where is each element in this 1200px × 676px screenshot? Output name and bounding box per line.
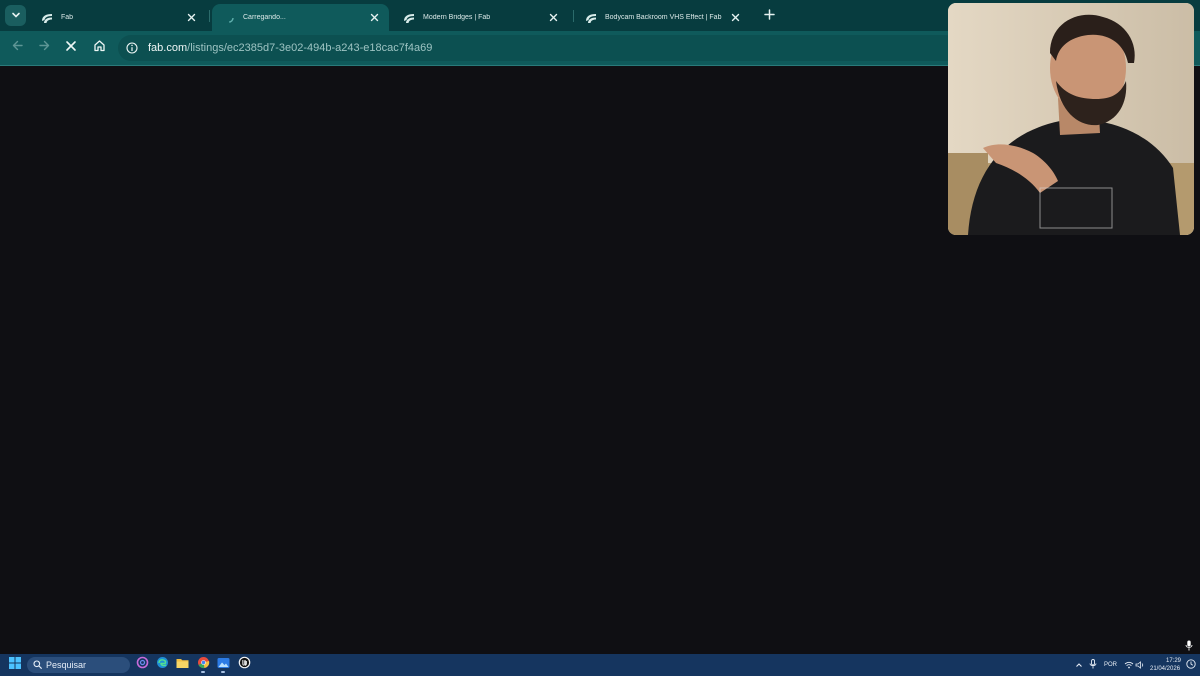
folder-icon [176, 656, 189, 674]
fab-logo-icon [402, 11, 416, 25]
microphone-icon [1185, 638, 1193, 656]
windows-taskbar: Pesquisar POR 17:29 21/04/2026 [0, 654, 1200, 676]
address-bar[interactable]: fab.com/listings/ec2385d7-3e02-494b-a243… [118, 35, 958, 61]
running-indicator [201, 671, 205, 673]
taskbar-app-photos[interactable] [215, 657, 231, 673]
tab-title: Carregando... [243, 14, 286, 21]
keyboard-language[interactable]: POR [1104, 662, 1117, 668]
taskbar-app-edge[interactable] [154, 657, 170, 673]
taskbar-app-file-explorer[interactable] [174, 657, 190, 673]
tab-bodycam-backroom[interactable]: Bodycam Backroom VHS Effect | Fab [574, 4, 750, 31]
screen: Fab Carregando... Modern Bridges | Fab B… [0, 0, 1200, 676]
url-text: fab.com/listings/ec2385d7-3e02-494b-a243… [148, 42, 432, 54]
back-button[interactable] [7, 38, 27, 58]
tray-microphone[interactable] [1085, 657, 1101, 673]
close-icon[interactable] [184, 11, 198, 25]
tab-title: Fab [61, 14, 74, 21]
close-icon[interactable] [546, 11, 560, 25]
tab-title: Bodycam Backroom VHS Effect | Fab [605, 14, 722, 21]
chevron-down-icon [11, 7, 21, 25]
stop-loading-button[interactable] [61, 38, 81, 58]
close-icon[interactable] [367, 11, 381, 25]
arrow-left-icon [11, 39, 24, 57]
tab-search-button[interactable] [5, 5, 26, 26]
tab-fab[interactable]: Fab [30, 4, 206, 31]
plus-icon [763, 7, 775, 25]
webcam-overlay [948, 3, 1194, 235]
clock-date: 21/04/2026 [1150, 666, 1181, 672]
fab-logo-icon [40, 11, 54, 25]
edge-browser-icon [156, 656, 169, 674]
taskbar-app-copilot[interactable] [134, 656, 150, 674]
stop-loading-icon [65, 39, 77, 57]
tray-volume[interactable] [1132, 657, 1148, 673]
start-button[interactable] [7, 657, 23, 673]
tab-title: Modern Bridges | Fab [423, 14, 491, 21]
chevron-up-icon [1075, 656, 1083, 674]
speaker-icon [1135, 656, 1145, 674]
tab-modern-bridges[interactable]: Modern Bridges | Fab [392, 4, 568, 31]
running-indicator [221, 671, 225, 673]
mic-in-use-indicator[interactable] [1183, 640, 1195, 654]
home-icon [93, 39, 106, 57]
close-icon[interactable] [728, 11, 742, 25]
notification-center-button[interactable] [1183, 657, 1199, 673]
tab-loading[interactable]: Carregando... [212, 4, 389, 31]
taskbar-app-unreal-engine[interactable] [236, 656, 252, 674]
url-path: /listings/ec2385d7-3e02-494b-a243-e18cac… [187, 42, 433, 54]
notification-bell-icon [1186, 656, 1196, 674]
copilot-icon [136, 656, 149, 674]
new-tab-button[interactable] [760, 7, 778, 25]
fab-logo-icon [584, 11, 598, 25]
clock-time: 17:29 [1166, 658, 1182, 664]
unreal-engine-icon [238, 656, 251, 674]
microphone-icon [1089, 656, 1097, 674]
loading-spinner-icon [222, 11, 236, 25]
arrow-right-icon [38, 39, 51, 57]
search-label: Pesquisar [46, 660, 87, 670]
url-host: fab.com [148, 42, 188, 54]
search-icon [33, 656, 42, 674]
taskbar-search[interactable]: Pesquisar [27, 657, 130, 673]
tab-separator [209, 10, 210, 22]
home-button[interactable] [89, 38, 109, 58]
taskbar-app-chrome[interactable] [195, 657, 211, 673]
info-icon[interactable] [124, 40, 140, 56]
forward-button[interactable] [34, 38, 54, 58]
clock[interactable]: 17:29 21/04/2026 [1148, 656, 1184, 674]
windows-logo-icon [9, 656, 21, 674]
